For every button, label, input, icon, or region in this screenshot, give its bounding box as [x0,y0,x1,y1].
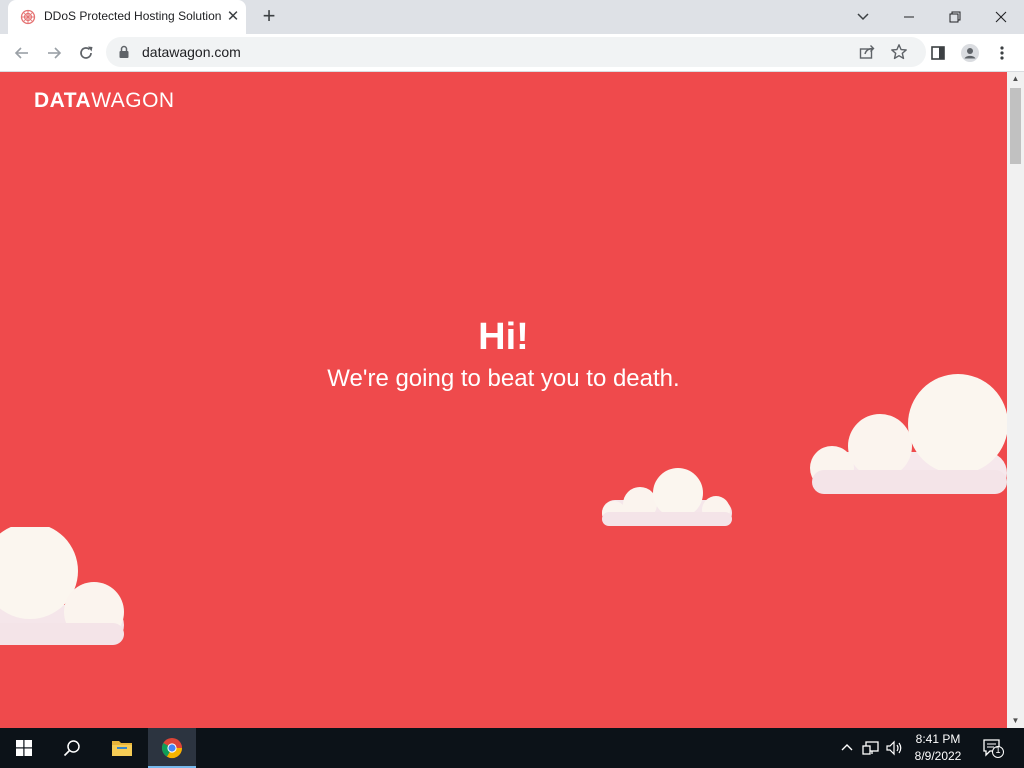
close-icon [995,11,1007,23]
logo-light-text: WAGON [91,89,175,112]
scroll-up-arrow-icon[interactable]: ▲ [1007,72,1024,86]
url-text: datawagon.com [142,44,241,60]
cloud-small-illustration [602,468,732,526]
network-icon[interactable] [862,740,880,756]
browser-toolbar: datawagon.com [0,34,1024,72]
scrollbar-thumb[interactable] [1010,88,1021,164]
reload-button[interactable] [72,39,100,67]
close-window-button[interactable] [978,0,1024,34]
minimize-icon [904,16,914,18]
clock-date: 8/9/2022 [914,749,962,763]
profile-avatar-icon [961,44,979,62]
file-explorer-button[interactable] [98,728,146,768]
page-scrollbar[interactable]: ▲ ▼ [1007,72,1024,728]
chevron-down-icon [857,13,869,21]
share-icon[interactable] [858,43,876,61]
more-vertical-icon [1000,46,1004,60]
windows-taskbar: 8:41 PM 8/9/2022 1 [0,728,1024,768]
tab-search-button[interactable] [840,0,886,34]
forward-button[interactable] [40,39,68,67]
chrome-icon [161,738,183,759]
volume-icon[interactable] [886,740,904,756]
logo-bold-text: DATA [34,89,92,112]
new-tab-button[interactable]: + [257,5,281,29]
restore-button[interactable] [932,0,978,34]
cloud-large-illustration [810,374,1007,494]
search-button[interactable] [48,728,96,768]
lock-icon [119,45,129,58]
reload-icon [80,46,93,59]
tab-title: DDoS Protected Hosting Solution [44,9,222,23]
clock-time: 8:41 PM [915,732,961,746]
arrow-right-icon [48,47,62,59]
search-icon [63,740,80,757]
folder-icon [112,741,132,756]
back-button[interactable] [8,39,36,67]
browser-title-bar: DDoS Protected Hosting Solution ✕ + [0,0,1024,34]
notification-count-badge: 1 [995,745,1001,755]
restore-icon [949,11,961,23]
profile-button[interactable] [956,39,984,67]
show-hidden-icons-chevron-up-icon[interactable] [840,740,854,754]
site-favicon-icon [20,9,36,25]
datawagon-logo[interactable]: DATAWAGON [34,89,175,113]
windows-logo-icon [16,740,32,756]
minimize-button[interactable] [886,0,932,34]
side-panel-button[interactable] [924,39,952,67]
page-viewport: DATAWAGON Hi! We're going to beat you to… [0,72,1007,728]
hero-headline: Hi! [478,316,529,358]
address-bar[interactable]: datawagon.com [106,37,926,67]
action-center-button[interactable]: 1 [982,738,1004,758]
browser-menu-button[interactable] [988,39,1016,67]
side-panel-icon [931,46,945,60]
tab-close-icon[interactable]: ✕ [224,8,242,26]
browser-tab[interactable]: DDoS Protected Hosting Solution ✕ [8,0,246,34]
scroll-down-arrow-icon[interactable]: ▼ [1007,714,1024,728]
taskbar-clock[interactable]: 8:41 PM 8/9/2022 [906,731,970,765]
arrow-left-icon [14,47,28,59]
bookmark-star-icon[interactable] [890,43,908,61]
cloud-left-illustration [0,527,124,645]
start-button[interactable] [0,728,48,768]
chrome-taskbar-button[interactable] [148,728,196,768]
